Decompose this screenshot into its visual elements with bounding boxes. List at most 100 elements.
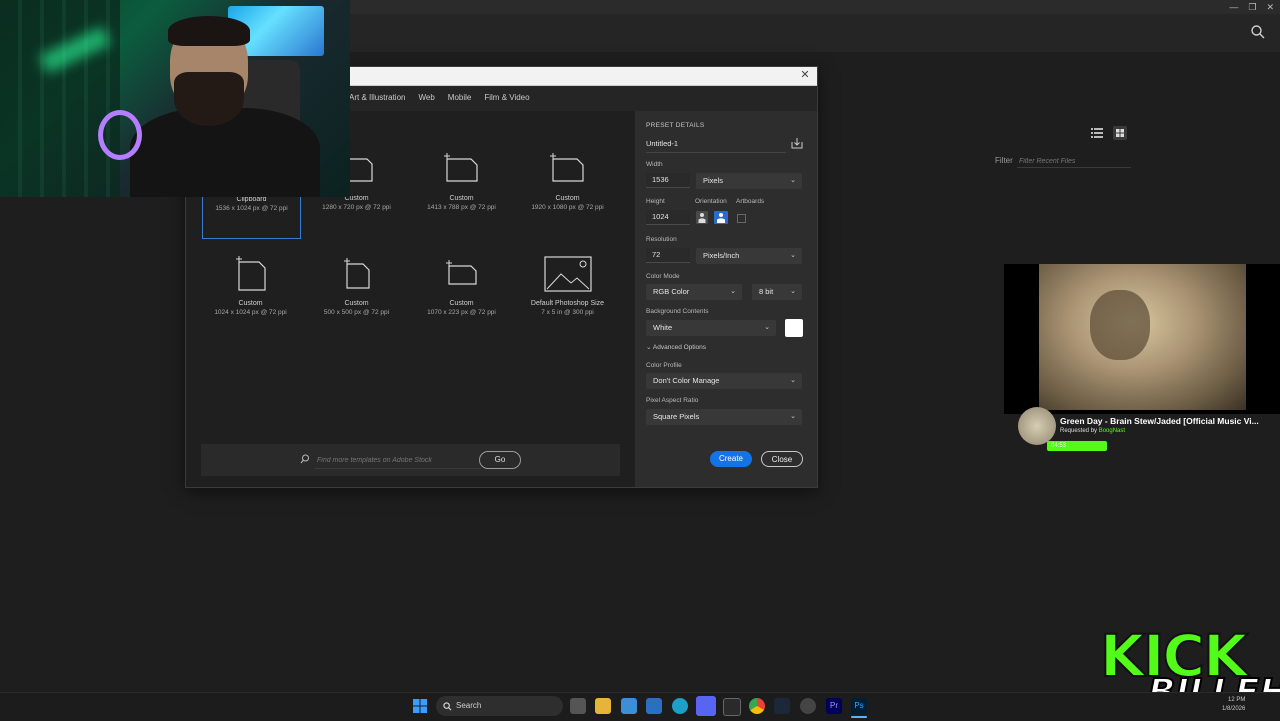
restore-icon[interactable]: ❐ (1248, 2, 1256, 13)
image-icon (543, 256, 592, 292)
width-unit-value: Pixels (703, 176, 724, 185)
chevron-down-icon: ⌄ (764, 324, 770, 331)
resolution-unit-value: Pixels/Inch (703, 251, 740, 260)
background-contents-select[interactable]: White ⌄ (646, 320, 776, 336)
window-controls: — ❐ ✕ (1229, 0, 1274, 14)
xbox-icon[interactable] (723, 698, 741, 716)
chevron-down-icon: ⌄ (646, 344, 653, 351)
preset-name: Custom (344, 300, 369, 307)
clock-date: 1/8/2026 (1222, 706, 1246, 712)
preset-size: 1413 x 788 px @ 72 ppi (427, 204, 496, 211)
obs-icon[interactable] (800, 698, 816, 714)
advanced-options-toggle[interactable]: ⌄ Advanced Options (646, 343, 706, 351)
close-window-icon[interactable]: ✕ (1266, 2, 1274, 13)
portrait-orientation-button[interactable] (696, 211, 708, 224)
song-title: Green Day - Brain Stew/Jaded [Official M… (1060, 416, 1259, 426)
create-button[interactable]: Create (710, 451, 752, 467)
discord-icon[interactable] (696, 696, 716, 716)
preset-tile-custom-1070[interactable]: Custom 1070 x 223 px @ 72 ppi (413, 256, 510, 316)
height-label: Height (646, 198, 665, 205)
tab-film-video[interactable]: Film & Video (484, 91, 529, 104)
search-icon (300, 454, 309, 464)
search-icon (443, 702, 452, 711)
height-input[interactable]: 1024 (646, 210, 690, 225)
minimize-icon[interactable]: — (1229, 2, 1238, 12)
color-profile-select[interactable]: Don't Color Manage ⌄ (646, 373, 802, 389)
grid-view-icon[interactable] (1113, 126, 1127, 140)
document-name-field[interactable]: Untitled-1 (646, 138, 786, 153)
document-icon (549, 153, 584, 182)
list-view-icon[interactable] (1091, 127, 1103, 139)
requested-by: Requested by BoogNast (1060, 428, 1125, 434)
taskbar-clock[interactable]: 12 PM 1/8/2026 (1222, 696, 1245, 714)
requester-avatar (1018, 407, 1056, 445)
color-mode-value: RGB Color (653, 287, 690, 296)
store-icon[interactable] (621, 698, 637, 714)
mail-icon[interactable] (646, 698, 662, 714)
tab-art-illustration[interactable]: Art & Illustration (349, 91, 405, 104)
background-contents-value: White (653, 323, 673, 332)
song-duration-badge: 04:53 (1047, 441, 1107, 451)
chevron-down-icon: ⌄ (790, 377, 796, 384)
artboards-label: Artboards (736, 198, 765, 205)
pixel-aspect-ratio-select[interactable]: Square Pixels ⌄ (646, 409, 802, 425)
search-icon[interactable] (1250, 24, 1266, 40)
artboards-checkbox[interactable] (737, 214, 746, 223)
width-unit-select[interactable]: Pixels ⌄ (696, 173, 802, 189)
preset-tile-custom-500[interactable]: Custom 500 x 500 px @ 72 ppi (308, 256, 405, 316)
resolution-input[interactable]: 72 (646, 248, 690, 263)
filter-recent-files-input[interactable] (1017, 155, 1131, 168)
color-mode-label: Color Mode (646, 273, 680, 280)
preset-size: 1070 x 223 px @ 72 ppi (427, 309, 496, 316)
taskbar-search[interactable]: Search (436, 696, 563, 716)
chevron-down-icon: ⌄ (790, 413, 796, 420)
preset-size: 7 x 5 in @ 300 ppi (541, 309, 594, 316)
dialog-close-icon[interactable]: ✕ (799, 69, 811, 81)
task-view-icon[interactable] (570, 698, 586, 714)
chrome-icon[interactable] (749, 698, 765, 714)
document-icon (443, 153, 478, 182)
chevron-down-icon: ⌄ (790, 288, 796, 295)
preset-tile-custom-1413[interactable]: Custom 1413 x 788 px @ 72 ppi (413, 151, 510, 211)
width-input[interactable]: 1536 (646, 173, 690, 188)
premiere-icon[interactable]: Pr (826, 698, 842, 714)
width-label: Width (646, 161, 663, 168)
windows-start-icon[interactable] (412, 698, 428, 714)
pixel-aspect-ratio-label: Pixel Aspect Ratio (646, 397, 699, 404)
video-figure (1090, 290, 1150, 360)
document-icon (235, 256, 266, 291)
preset-tile-default-photoshop[interactable]: Default Photoshop Size 7 x 5 in @ 300 pp… (519, 256, 616, 316)
background-color-swatch[interactable] (785, 319, 803, 337)
chevron-down-icon: ⌄ (790, 252, 796, 259)
bit-depth-select[interactable]: 8 bit ⌄ (752, 284, 802, 300)
preset-details-header: PRESET DETAILS (646, 122, 705, 129)
go-button[interactable]: Go (479, 451, 521, 469)
landscape-orientation-button[interactable] (714, 211, 728, 224)
save-preset-icon[interactable] (791, 137, 803, 149)
chevron-down-icon: ⌄ (790, 177, 796, 184)
streamer (130, 16, 320, 197)
close-button[interactable]: Close (761, 451, 803, 467)
preset-category-tabs: Art & Illustration Web Mobile Film & Vid… (349, 91, 530, 104)
steam-icon[interactable] (774, 698, 790, 714)
photoshop-icon[interactable]: Ps (851, 698, 867, 714)
active-app-indicator (851, 716, 867, 718)
preset-tile-custom-1920[interactable]: Custom 1920 x 1080 px @ 72 ppi (519, 151, 616, 211)
tab-web[interactable]: Web (418, 91, 434, 104)
preset-tile-custom-1024[interactable]: Custom 1024 x 1024 px @ 72 ppi (202, 256, 299, 316)
requested-by-prefix: Requested by (1060, 428, 1098, 434)
resolution-label: Resolution (646, 236, 677, 243)
clock-time: 12 PM (1228, 697, 1246, 703)
preset-size: 500 x 500 px @ 72 ppi (323, 309, 390, 316)
preset-name: Default Photoshop Size (530, 300, 605, 307)
tab-mobile[interactable]: Mobile (448, 91, 472, 104)
adobe-stock-search-input[interactable] (315, 452, 481, 469)
color-mode-select[interactable]: RGB Color ⌄ (646, 284, 742, 300)
pixel-aspect-ratio-value: Square Pixels (653, 412, 700, 421)
edge-icon[interactable] (672, 698, 688, 714)
preset-name: Custom (449, 300, 474, 307)
person-icon (717, 213, 725, 223)
file-explorer-icon[interactable] (595, 698, 611, 714)
resolution-unit-select[interactable]: Pixels/Inch ⌄ (696, 248, 802, 264)
orientation-label: Orientation (695, 198, 727, 205)
